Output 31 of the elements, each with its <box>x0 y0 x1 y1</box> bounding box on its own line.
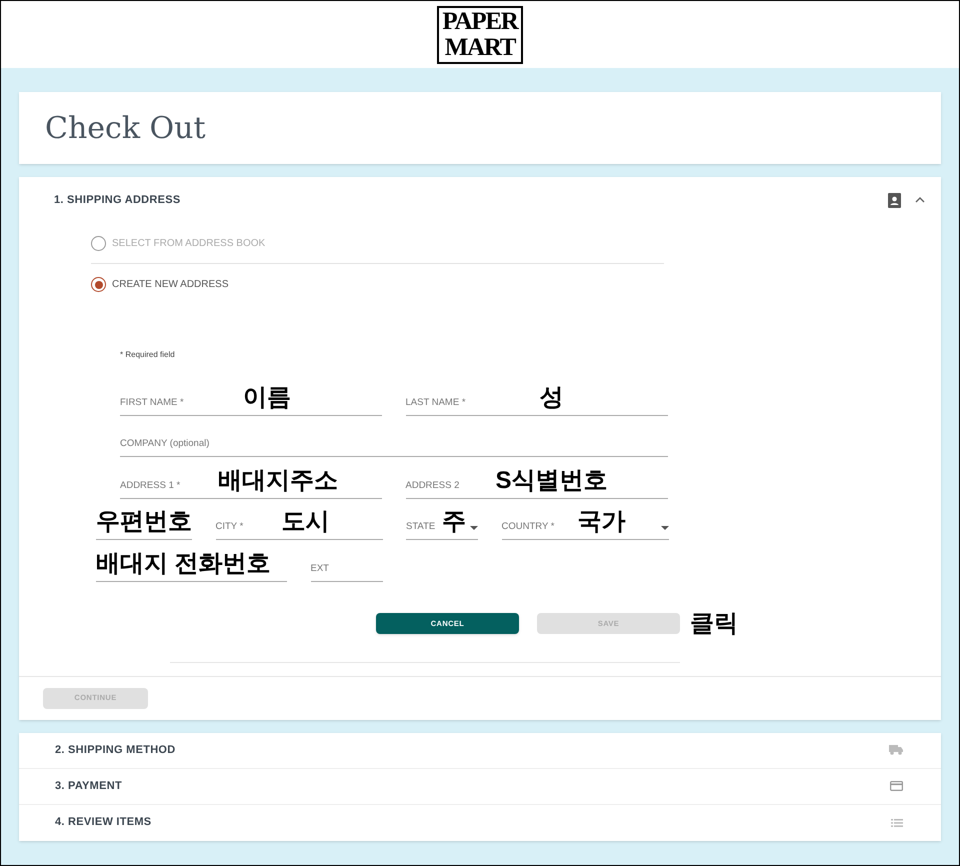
credit-card-icon <box>890 781 903 791</box>
radio-button[interactable] <box>91 236 106 250</box>
list-icon <box>891 818 903 826</box>
required-note: * Required field <box>120 349 176 361</box>
annotation-text: 클릭 <box>690 612 738 636</box>
radio-option[interactable]: CREATE NEW ADDRESS <box>91 264 664 305</box>
input-field[interactable]: LAST NAME * 성 <box>406 386 668 416</box>
input-field[interactable]: COMPANY (optional) <box>120 427 668 457</box>
option-label: CREATE NEW ADDRESS <box>112 278 228 292</box>
option-label: SELECT FROM ADDRESS BOOK <box>112 236 266 250</box>
input-field[interactable]: ADDRESS 2 S식별번호 <box>406 468 668 498</box>
logo: PAPER MART <box>437 6 523 64</box>
dropdown-arrow-icon <box>660 526 668 530</box>
input-field[interactable]: ADDRESS 1 * 배대지주소 <box>120 468 382 498</box>
select-field[interactable]: COUNTRY * 국가 <box>502 510 668 540</box>
input-field[interactable]: 배대지 전화번호 <box>96 552 287 582</box>
step-title[interactable]: 2. SHIPPING METHOD <box>55 742 176 758</box>
input-field[interactable]: CITY * 도시 <box>216 510 382 540</box>
chevron-up-icon[interactable] <box>915 197 925 203</box>
truck-icon <box>889 745 903 755</box>
select-field[interactable]: STATE 주 <box>406 510 478 540</box>
input-field[interactable]: FIRST NAME * 이름 <box>120 386 382 416</box>
step-title[interactable]: 3. PAYMENT <box>55 778 122 794</box>
section-title: 1. SHIPPING ADDRESS <box>54 192 180 208</box>
step-title[interactable]: 4. REVIEW ITEMS <box>55 814 152 831</box>
dropdown-arrow-icon <box>470 526 478 530</box>
address-book-icon[interactable] <box>888 192 901 208</box>
input-field[interactable]: 우편번호 <box>96 510 192 540</box>
page-title: Check Out <box>45 110 206 148</box>
radio-button[interactable] <box>91 277 106 292</box>
input-field[interactable]: EXT <box>310 552 382 582</box>
